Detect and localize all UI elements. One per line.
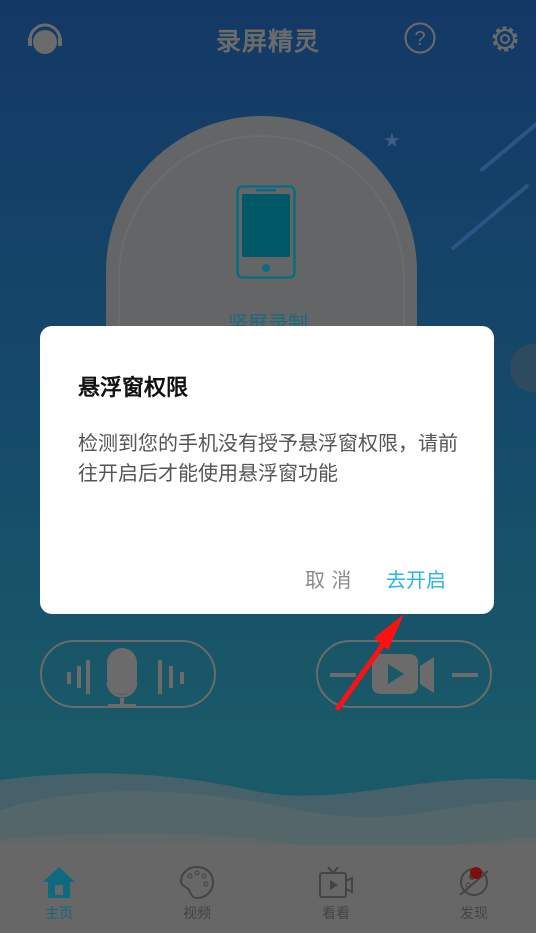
svg-text:?: ? [414, 28, 425, 50]
nav-label: 发现 [460, 906, 488, 922]
dialog-title: 悬浮窗权限 [78, 376, 189, 401]
notification-badge [470, 867, 482, 879]
vertical-record-label: 竖屏录制 [228, 311, 308, 327]
dialog-message: 检测到您的手机没有授予悬浮窗权限，请前往开启后才能使用悬浮窗功能 [78, 431, 458, 485]
cancel-button[interactable]: 取 消 [305, 564, 351, 593]
meteor-decoration [479, 111, 536, 173]
overlay-permission-dialog: 悬浮窗权限 检测到您的手机没有授予悬浮窗权限，请前往开启后才能使用悬浮窗功能 取… [40, 326, 494, 614]
microphone-icon [67, 648, 184, 707]
phone-icon [236, 185, 296, 279]
star-decoration: ★ [383, 128, 401, 152]
help-icon[interactable]: ? [404, 22, 436, 54]
floating-shortcut-button[interactable] [510, 344, 536, 392]
home-icon [43, 867, 75, 898]
arrow-annotation-icon [335, 614, 404, 711]
palette-icon [179, 865, 215, 899]
nav-item-watch[interactable]: 看看 [296, 865, 376, 923]
bottom-nav: 主页 视频 看看 发现 [0, 845, 536, 933]
app-title: 录屏精灵 [215, 27, 320, 56]
audio-record-button[interactable] [40, 640, 216, 708]
tv-icon [319, 866, 353, 898]
settings-icon[interactable] [488, 22, 522, 56]
nav-item-home[interactable]: 主页 [19, 865, 99, 923]
nav-label: 主页 [45, 906, 73, 922]
nav-item-video[interactable]: 视频 [157, 865, 237, 923]
open-settings-button[interactable]: 去开启 [386, 564, 446, 593]
meteor-decoration [450, 183, 530, 251]
nav-label: 看看 [322, 906, 350, 922]
nav-label: 视频 [183, 906, 211, 922]
